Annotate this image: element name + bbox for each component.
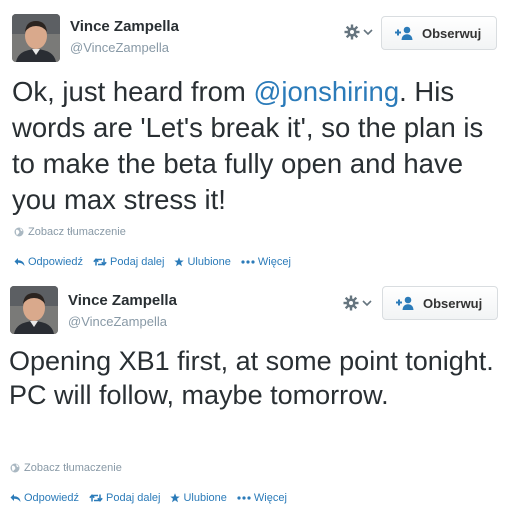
gear-icon (344, 24, 360, 40)
globe-icon (10, 463, 20, 473)
tweet-text: Opening XB1 first, at some point tonight… (9, 346, 494, 410)
favorite-label: Ulubione (183, 492, 227, 504)
favorite-button[interactable]: Ulubione (170, 492, 227, 504)
chevron-down-icon (363, 29, 373, 36)
gear-icon (343, 295, 359, 311)
ellipsis-icon (241, 260, 255, 264)
user-actions-dropdown[interactable] (343, 293, 373, 313)
author-username[interactable]: @VinceZampella (68, 314, 167, 329)
translate-link[interactable]: Zobacz tłumaczenie (14, 226, 126, 238)
follow-button[interactable]: Obserwuj (381, 16, 497, 50)
retweet-label: Podaj dalej (110, 256, 165, 268)
reply-icon (10, 494, 21, 502)
author-name[interactable]: Vince Zampella (68, 292, 177, 309)
retweet-icon (89, 494, 103, 502)
retweet-button[interactable]: Podaj dalej (93, 256, 164, 268)
retweet-label: Podaj dalej (106, 492, 161, 504)
retweet-button[interactable]: Podaj dalej (89, 492, 160, 504)
more-label: Więcej (257, 256, 291, 268)
chevron-down-icon (362, 300, 372, 307)
add-user-icon (394, 26, 414, 40)
avatar[interactable] (10, 286, 58, 334)
ellipsis-icon (237, 496, 251, 500)
reply-button[interactable]: Odpowiedź (10, 492, 79, 504)
reply-icon (14, 258, 25, 266)
user-actions-dropdown[interactable] (344, 22, 374, 42)
reply-button[interactable]: Odpowiedź (14, 256, 83, 268)
avatar[interactable] (12, 14, 60, 62)
reply-label: Odpowiedź (28, 256, 84, 268)
add-user-icon (395, 296, 415, 310)
tweet-actions: Odpowiedź Podaj dalej Ulubione Więcej (10, 492, 297, 504)
more-button[interactable]: Więcej (237, 492, 287, 504)
author-username[interactable]: @VinceZampella (70, 40, 169, 55)
translate-label: Zobacz tłumaczenie (28, 226, 126, 238)
favorite-label: Ulubione (187, 256, 231, 268)
reply-label: Odpowiedź (24, 492, 80, 504)
avatar-photo-icon (12, 14, 60, 62)
follow-button[interactable]: Obserwuj (382, 286, 498, 320)
star-icon (170, 493, 181, 503)
star-icon (174, 257, 185, 267)
tweet: Vince Zampella @VinceZampella Obserwuj O… (0, 0, 512, 282)
translate-link[interactable]: Zobacz tłumaczenie (10, 462, 122, 474)
avatar-photo-icon (10, 286, 58, 334)
more-button[interactable]: Więcej (241, 256, 291, 268)
author-name[interactable]: Vince Zampella (70, 18, 179, 35)
follow-label: Obserwuj (423, 295, 483, 311)
tweet-text-before: Ok, just heard from (12, 76, 254, 107)
tweet-actions: Odpowiedź Podaj dalej Ulubione Więcej (14, 256, 301, 268)
retweet-icon (93, 258, 107, 266)
translate-label: Zobacz tłumaczenie (24, 462, 122, 474)
mention-link[interactable]: @jonshiring (253, 76, 399, 107)
follow-label: Obserwuj (422, 25, 482, 41)
globe-icon (14, 227, 24, 237)
tweet: Vince Zampella @VinceZampella Obserwuj O… (0, 282, 512, 522)
favorite-button[interactable]: Ulubione (174, 256, 231, 268)
more-label: Więcej (253, 492, 287, 504)
tweet-text: Ok, just heard from @jonshiring. His wor… (12, 74, 502, 218)
